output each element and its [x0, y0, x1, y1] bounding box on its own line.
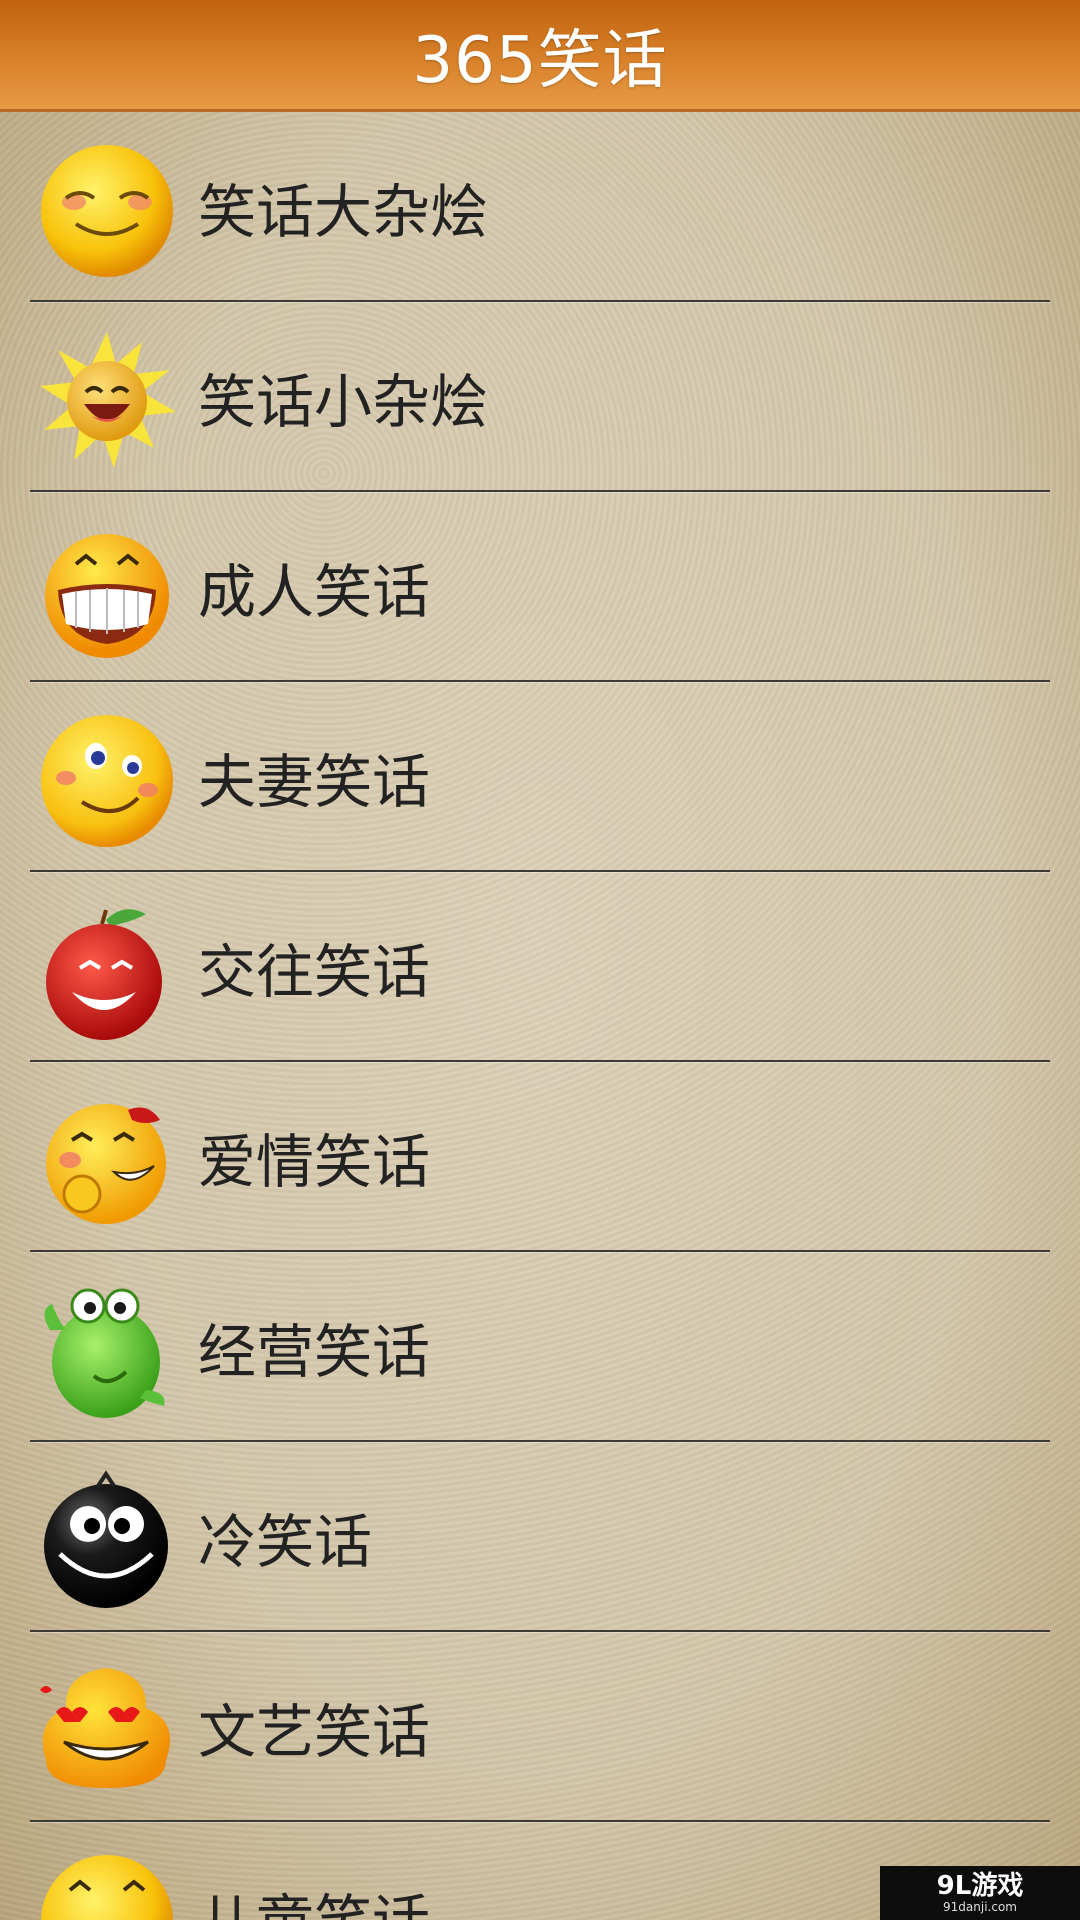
shy-face-icon — [36, 1090, 178, 1232]
apple-face-icon — [36, 900, 178, 1042]
category-label: 经营笑话 — [198, 1318, 431, 1386]
list-item[interactable]: 爱情笑话 — [0, 1062, 1080, 1252]
category-list[interactable]: 笑话大杂烩 笑话小杂烩 成人笑话 夫妻笑话 交往笑话 爱情笑话 经营笑话 冷笑话… — [0, 112, 1080, 1920]
list-item[interactable]: 交往笑话 — [0, 872, 1080, 1062]
app-header: 365笑话 — [0, 0, 1080, 112]
category-label: 冷笑话 — [198, 1508, 373, 1576]
grinning-teeth-icon — [36, 520, 178, 662]
category-label: 成人笑话 — [198, 558, 431, 626]
list-item[interactable]: 夫妻笑话 — [0, 682, 1080, 872]
list-item[interactable]: 成人笑话 — [0, 492, 1080, 682]
category-label: 文艺笑话 — [198, 1698, 431, 1766]
list-item[interactable]: 笑话小杂烩 — [0, 302, 1080, 492]
list-item[interactable]: 冷笑话 — [0, 1442, 1080, 1632]
list-item[interactable]: 文艺笑话 — [0, 1632, 1080, 1822]
watermark-logo: 9L游戏 91danji.com — [880, 1866, 1080, 1920]
category-label: 爱情笑话 — [198, 1128, 431, 1196]
sun-laughing-icon — [36, 330, 178, 472]
category-label: 笑话大杂烩 — [198, 178, 489, 246]
heart-eyes-blob-icon — [36, 1660, 178, 1802]
smiling-face-icon — [36, 1850, 178, 1920]
winking-face-icon — [36, 710, 178, 852]
watermark-url: 91danji.com — [943, 1900, 1017, 1914]
smiling-face-icon — [36, 140, 178, 282]
list-item[interactable]: 笑话大杂烩 — [0, 112, 1080, 302]
category-label: 交往笑话 — [198, 938, 431, 1006]
list-item[interactable]: 经营笑话 — [0, 1252, 1080, 1442]
black-ball-face-icon — [36, 1470, 178, 1612]
category-label: 笑话小杂烩 — [198, 368, 489, 436]
category-label: 儿童笑话 — [198, 1822, 430, 1920]
green-frog-icon — [36, 1280, 178, 1422]
watermark-text: 9L游戏 — [936, 1871, 1024, 1901]
page-title: 365笑话 — [412, 23, 668, 98]
category-label: 夫妻笑话 — [198, 748, 431, 816]
